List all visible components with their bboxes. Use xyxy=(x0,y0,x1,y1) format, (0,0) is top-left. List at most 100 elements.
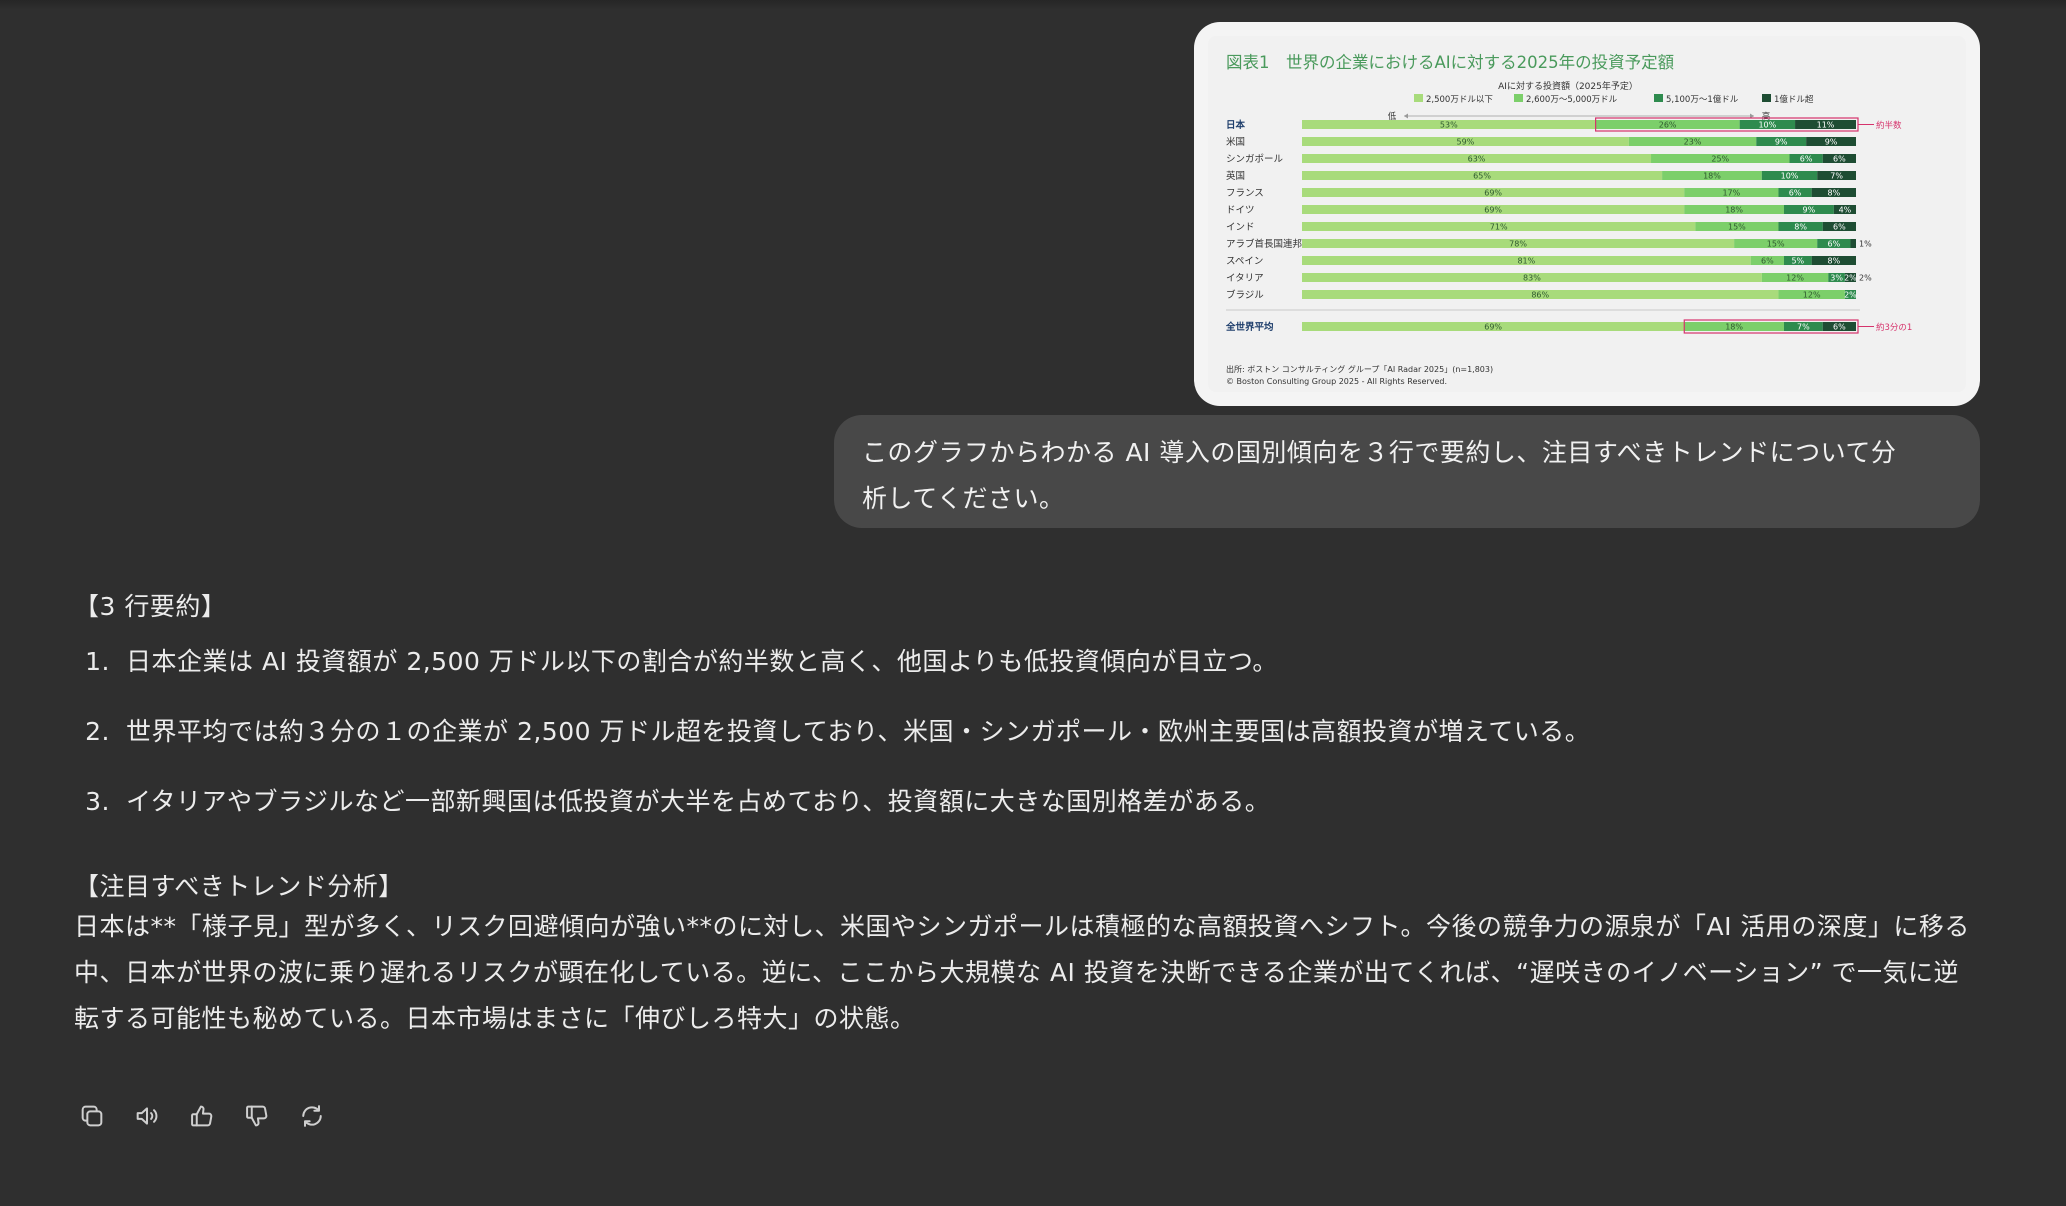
user-message-line: 析してください。 xyxy=(862,484,1065,513)
category-label: 英国 xyxy=(1226,170,1245,182)
speaker-icon xyxy=(136,1107,158,1125)
list-item: 1. 日本企業は AI 投資額が 2,500 万ドル以下の割合が約半数と高く、他国… xyxy=(85,647,1278,676)
data-label: 6% xyxy=(1833,323,1846,332)
attached-image[interactable]: 図表1 世界の企業におけるAIに対する2025年の投資予定額 AIに対する投資額（… xyxy=(1194,22,1980,406)
legend-swatch xyxy=(1514,94,1523,102)
data-label: 6% xyxy=(1827,240,1840,249)
data-label: 18% xyxy=(1703,172,1721,181)
data-label-outside: 2% xyxy=(1859,274,1872,283)
category-label: ブラジル xyxy=(1226,289,1264,301)
bar-segment xyxy=(1850,239,1856,248)
copy-icon xyxy=(81,1105,103,1127)
chart-copyright: © Boston Consulting Group 2025 - All Rig… xyxy=(1226,377,1447,386)
data-label: 78% xyxy=(1509,240,1527,249)
category-label: フランス xyxy=(1226,188,1264,199)
analysis-paragraph: 日本は**「様子見」型が多く、リスク回避傾向が強い**のに対し、米国やシンガポー… xyxy=(74,912,1970,1033)
summary-heading: 【3 行要約】 xyxy=(74,592,227,621)
data-label: 6% xyxy=(1800,155,1813,164)
annotation-label: 約半数 xyxy=(1876,120,1902,131)
category-label: ドイツ xyxy=(1226,205,1255,216)
legend-label: 2,600万～5,000万ドル xyxy=(1526,95,1618,105)
top-fade xyxy=(0,0,2066,10)
legend-swatch xyxy=(1654,94,1663,102)
legend-label: 1億ドル超 xyxy=(1774,94,1814,105)
data-label: 18% xyxy=(1725,206,1743,215)
data-label: 69% xyxy=(1484,189,1502,198)
category-label: インド xyxy=(1226,222,1255,233)
legend-swatch xyxy=(1414,94,1423,102)
data-label: 10% xyxy=(1758,121,1776,130)
thumbs-down-button[interactable] xyxy=(239,1098,275,1134)
data-label: 18% xyxy=(1725,323,1743,332)
legend-label: 2,500万ドル以下 xyxy=(1426,95,1493,105)
user-message-bubble: このグラフからわかる AI 導入の国別傾向を３行で要約し、注目すべきトレンドにつ… xyxy=(834,415,1980,528)
data-label: 69% xyxy=(1484,323,1502,332)
list-item: 2. 世界平均では約３分の１の企業が 2,500 万ドル超を投資しており、米国・シ… xyxy=(85,717,1591,746)
user-message-line: このグラフからわかる AI 導入の国別傾向を３行で要約し、注目すべきトレンドにつ… xyxy=(862,438,1897,467)
category-label: 米国 xyxy=(1226,136,1245,148)
data-label: 12% xyxy=(1803,291,1821,300)
data-label: 15% xyxy=(1767,240,1785,249)
axis-arrow-left xyxy=(1404,113,1408,119)
thumbs-down-icon xyxy=(246,1105,268,1127)
data-label: 83% xyxy=(1523,274,1541,283)
data-label: 7% xyxy=(1797,323,1810,332)
data-label: 86% xyxy=(1531,291,1549,300)
list-item: 3. イタリアやブラジルなど一部新興国は低投資が大半を占めており、投資額に大きな国… xyxy=(85,787,1271,816)
data-label: 65% xyxy=(1473,172,1491,181)
assistant-response: 【3 行要約】 1. 日本企業は AI 投資額が 2,500 万ドル以下の割合が約… xyxy=(74,590,1984,1042)
data-label-outside: 1% xyxy=(1859,240,1872,249)
data-label: 5% xyxy=(1791,257,1804,266)
chart-source: 出所: ボストン コンサルティング グループ「AI Radar 2025」(n=… xyxy=(1226,364,1493,374)
annotation-label: 約3分の1 xyxy=(1876,322,1912,333)
data-label: 63% xyxy=(1468,155,1486,164)
data-label: 69% xyxy=(1484,206,1502,215)
data-label: 9% xyxy=(1825,138,1838,147)
data-label: 9% xyxy=(1775,138,1788,147)
data-label: 17% xyxy=(1722,189,1740,198)
thumbs-up-button[interactable] xyxy=(184,1098,220,1134)
data-label: 8% xyxy=(1794,223,1807,232)
data-label: 3% xyxy=(1830,274,1843,283)
data-label: 59% xyxy=(1457,138,1475,147)
category-label: アラブ首長国連邦 xyxy=(1226,238,1303,250)
regenerate-button[interactable] xyxy=(294,1098,330,1134)
regenerate-icon xyxy=(302,1105,322,1127)
data-label: 6% xyxy=(1761,257,1774,266)
data-label: 12% xyxy=(1786,274,1804,283)
chart-title: 図表1 世界の企業におけるAIに対する2025年の投資予定額 xyxy=(1226,53,1674,72)
data-label: 6% xyxy=(1789,189,1802,198)
data-label: 53% xyxy=(1440,121,1458,130)
category-label: 全世界平均 xyxy=(1225,321,1274,333)
data-label: 25% xyxy=(1711,155,1729,164)
data-label: 2% xyxy=(1844,291,1857,300)
legend-label: 5,100万～1億ドル xyxy=(1666,94,1739,105)
chart-image: 図表1 世界の企業におけるAIに対する2025年の投資予定額 AIに対する投資額（… xyxy=(1208,36,1966,392)
read-aloud-button[interactable] xyxy=(129,1098,165,1134)
data-label: 4% xyxy=(1839,206,1852,215)
data-label: 81% xyxy=(1517,257,1535,266)
data-label: 8% xyxy=(1827,257,1840,266)
data-label: 6% xyxy=(1833,223,1846,232)
category-label: 日本 xyxy=(1226,119,1246,131)
data-label: 71% xyxy=(1490,223,1508,232)
data-label: 8% xyxy=(1827,189,1840,198)
legend-swatch xyxy=(1762,94,1771,102)
stacked-bar-chart: 図表1 世界の企業におけるAIに対する2025年の投資予定額 AIに対する投資額（… xyxy=(1225,53,1912,386)
data-label: 6% xyxy=(1833,155,1846,164)
message-actions xyxy=(74,1098,330,1134)
data-label: 26% xyxy=(1659,121,1677,130)
category-label: シンガポール xyxy=(1226,154,1284,165)
data-label: 15% xyxy=(1728,223,1746,232)
copy-button[interactable] xyxy=(74,1098,110,1134)
analysis-heading: 【注目すべきトレンド分析】 xyxy=(74,872,404,901)
data-label: 2% xyxy=(1844,274,1857,283)
data-label: 10% xyxy=(1781,172,1799,181)
data-label: 9% xyxy=(1803,206,1816,215)
category-label: スペイン xyxy=(1226,256,1263,267)
summary-list: 1. 日本企業は AI 投資額が 2,500 万ドル以下の割合が約半数と高く、他国… xyxy=(74,644,1984,820)
data-label: 23% xyxy=(1684,138,1702,147)
legend-title: AIに対する投資額（2025年予定） xyxy=(1498,80,1638,92)
thumbs-up-icon xyxy=(191,1105,213,1127)
data-label: 11% xyxy=(1817,121,1835,130)
